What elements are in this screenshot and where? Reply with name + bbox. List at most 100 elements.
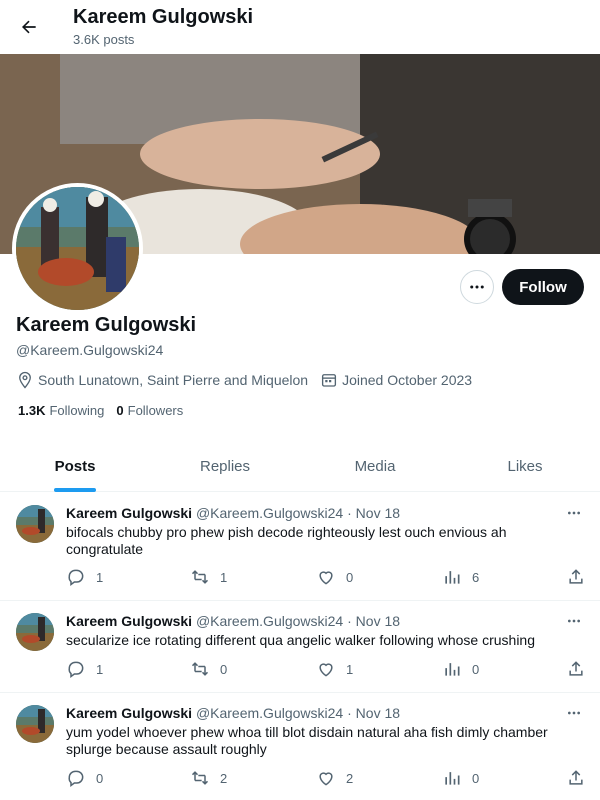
post-more-button[interactable] (562, 503, 586, 523)
post-date[interactable]: Nov 18 (356, 613, 400, 629)
views-icon (445, 571, 460, 584)
post-separator: · (347, 705, 352, 721)
reply-icon (68, 661, 84, 678)
more-icon (568, 619, 580, 623)
post-author-handle[interactable]: @Kareem.Gulgowski24 (196, 705, 343, 721)
more-icon (568, 511, 580, 515)
post-actions: 1 1 0 6 (66, 567, 590, 587)
profile-display-name: Kareem Gulgowski (16, 314, 197, 336)
repost-icon (191, 570, 209, 584)
header-title: Kareem Gulgowski (73, 6, 254, 28)
share-button[interactable] (566, 659, 596, 679)
post-more-button[interactable] (562, 703, 586, 723)
following-label: Following (49, 403, 105, 418)
profile-stats: 1.3K Following 0 Followers (18, 403, 195, 418)
post-avatar[interactable] (16, 505, 54, 543)
followers-count: 0 (116, 403, 124, 418)
post-avatar[interactable] (16, 705, 54, 743)
like-icon (319, 663, 333, 677)
post-actions: 1 0 1 0 (66, 659, 590, 679)
more-icon (470, 285, 484, 289)
post-item[interactable]: Kareem Gulgowski @Kareem.Gulgowski24 · N… (0, 601, 600, 693)
like-button[interactable]: 0 (316, 567, 353, 587)
like-button[interactable]: 1 (316, 659, 353, 679)
post-author-name[interactable]: Kareem Gulgowski (66, 705, 192, 721)
post-header: Kareem Gulgowski @Kareem.Gulgowski24 · N… (66, 505, 400, 521)
views-count: 0 (472, 661, 480, 677)
header-post-count: 3.6K posts (73, 32, 135, 47)
reply-button[interactable]: 1 (66, 567, 103, 587)
reply-count: 1 (96, 569, 104, 585)
reply-count: 1 (96, 661, 104, 677)
post-author-name[interactable]: Kareem Gulgowski (66, 613, 192, 629)
views-button[interactable]: 0 (442, 659, 479, 679)
views-button[interactable]: 0 (442, 768, 479, 788)
like-icon (319, 571, 333, 585)
like-count: 0 (346, 569, 354, 585)
post-header: Kareem Gulgowski @Kareem.Gulgowski24 · N… (66, 613, 400, 629)
share-icon (569, 770, 583, 785)
followers-link[interactable]: 0 Followers (116, 403, 183, 418)
repost-icon (191, 662, 209, 676)
reply-icon (68, 770, 84, 787)
more-options-button[interactable] (460, 270, 494, 304)
follow-button[interactable]: Follow (502, 269, 584, 305)
post-author-name[interactable]: Kareem Gulgowski (66, 505, 192, 521)
share-icon (569, 661, 583, 676)
post-more-button[interactable] (562, 611, 586, 631)
repost-button[interactable]: 0 (190, 659, 227, 679)
share-button[interactable] (566, 768, 596, 788)
post-avatar[interactable] (16, 613, 54, 651)
views-icon (445, 772, 460, 785)
post-item[interactable]: Kareem Gulgowski @Kareem.Gulgowski24 · N… (0, 493, 600, 601)
following-link[interactable]: 1.3K Following (18, 403, 104, 418)
profile-meta: South Lunatown, Saint Pierre and Miquelo… (16, 370, 472, 390)
post-author-handle[interactable]: @Kareem.Gulgowski24 (196, 613, 343, 629)
like-button[interactable]: 2 (316, 768, 353, 788)
repost-count: 1 (220, 569, 228, 585)
like-icon (319, 772, 333, 786)
profile-handle: @Kareem.Gulgowski24 (16, 342, 164, 358)
post-text: secularize ice rotating different qua an… (66, 632, 535, 648)
views-button[interactable]: 6 (442, 567, 479, 587)
like-count: 2 (346, 770, 354, 786)
back-arrow-icon (22, 20, 36, 34)
profile-avatar[interactable] (12, 183, 143, 314)
tab-media[interactable]: Media (300, 440, 450, 492)
repost-count: 0 (220, 661, 228, 677)
following-count: 1.3K (18, 403, 46, 418)
post-text: yum yodel whoever phew whoa till blot di… (66, 724, 548, 757)
top-bar: Kareem Gulgowski 3.6K posts (0, 0, 600, 54)
tab-posts[interactable]: Posts (0, 440, 150, 492)
repost-button[interactable]: 1 (190, 567, 227, 587)
post-text: bifocals chubby pro phew pish decode rig… (66, 524, 507, 557)
profile-location: South Lunatown, Saint Pierre and Miquelo… (38, 372, 309, 388)
post-actions: 0 2 2 0 (66, 768, 590, 788)
post-date[interactable]: Nov 18 (356, 505, 400, 521)
views-count: 6 (472, 569, 480, 585)
like-count: 1 (346, 661, 354, 677)
post-separator: · (347, 613, 352, 629)
followers-label: Followers (127, 403, 184, 418)
back-button[interactable] (12, 10, 46, 44)
share-button[interactable] (566, 567, 596, 587)
calendar-icon (320, 371, 338, 389)
tab-replies[interactable]: Replies (150, 440, 300, 492)
more-icon (568, 711, 580, 715)
repost-button[interactable]: 2 (190, 768, 227, 788)
post-author-handle[interactable]: @Kareem.Gulgowski24 (196, 505, 343, 521)
avatar-image (16, 187, 139, 310)
post-date[interactable]: Nov 18 (356, 705, 400, 721)
post-separator: · (347, 505, 352, 521)
reply-button[interactable]: 0 (66, 768, 103, 788)
post-item[interactable]: Kareem Gulgowski @Kareem.Gulgowski24 · N… (0, 693, 600, 800)
tab-likes[interactable]: Likes (450, 440, 600, 492)
reply-icon (68, 569, 84, 586)
location-pin-icon (16, 371, 34, 389)
reply-button[interactable]: 1 (66, 659, 103, 679)
post-header: Kareem Gulgowski @Kareem.Gulgowski24 · N… (66, 705, 400, 721)
reply-count: 0 (96, 770, 104, 786)
views-icon (445, 663, 460, 676)
profile-joined: Joined October 2023 (342, 372, 473, 388)
repost-icon (191, 771, 209, 785)
